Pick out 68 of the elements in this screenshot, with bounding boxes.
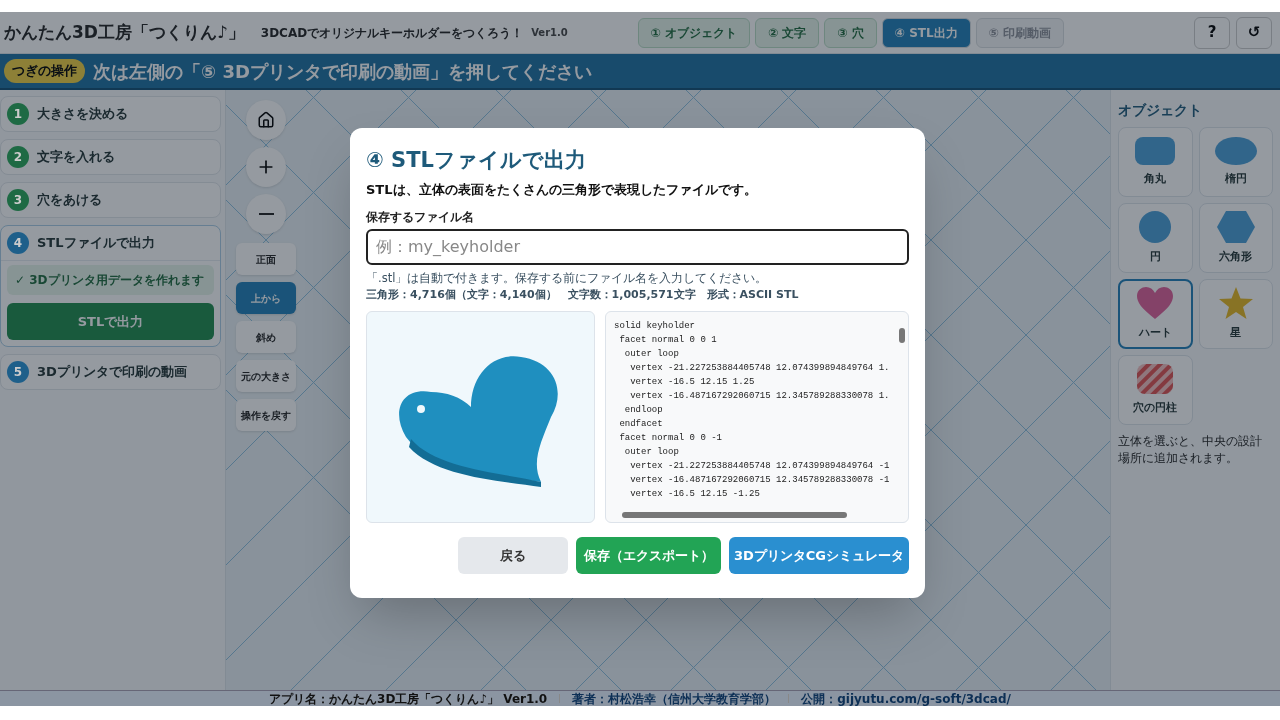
star-icon bbox=[1217, 286, 1254, 321]
stl-text: solid keyholder facet normal 0 0 1 outer loop vertex -21.227253884405748 12.074399894849764 1. vertex -16.5 12.15 1.25 vertex -16.487167292060715 12.345789288330078 1. endloop endfacet facet normal 0 0 -1 outer loop vertex -21.227253884405748 12.074399894849764 -1 vertex -16.487167292060715 12.345789288330078 -1 vertex -16.5 12.15 -1.25 bbox=[613, 320, 891, 502]
dialog-button[interactable]: 3DプリンタCGシミュレータ bbox=[729, 537, 909, 575]
step-tab[interactable]: ④ STL出力 bbox=[881, 17, 971, 48]
step-label: STLファイルで出力 bbox=[37, 234, 155, 253]
dialog-description: STLは、立体の表面をたくさんの三角形で表現したファイルです。 bbox=[366, 181, 758, 199]
app-title: かんたん3D工房「つくりん♪」 bbox=[4, 20, 245, 44]
hint-text: 「.stl」は自動で付きます。保存する前にファイル名を入力してください。 bbox=[366, 269, 769, 287]
version-label: Ver1.0 bbox=[531, 26, 568, 40]
step-label: 文字を入れる bbox=[37, 148, 115, 167]
object-tile[interactable]: 楕円 bbox=[1198, 127, 1273, 197]
heart-icon bbox=[1136, 286, 1175, 321]
reset-button[interactable]: ↺ bbox=[1236, 16, 1272, 49]
view-button[interactable]: 斜め bbox=[236, 321, 296, 353]
circle-icon bbox=[1138, 210, 1173, 245]
next-step-badge: つぎの操作 bbox=[4, 59, 85, 83]
step-number: 1 bbox=[7, 103, 29, 125]
dialog-button[interactable]: 保存（エクスポート） bbox=[576, 537, 721, 575]
step-card[interactable]: 3 穴をあける bbox=[0, 182, 221, 218]
hexagon-icon bbox=[1215, 210, 1256, 245]
step-number: 5 bbox=[7, 361, 29, 383]
ellipse-icon bbox=[1213, 136, 1258, 167]
home-button[interactable] bbox=[246, 100, 286, 140]
view-button[interactable]: 上から bbox=[236, 282, 296, 314]
horizontal-scrollbar[interactable] bbox=[622, 512, 847, 519]
footer-text: 公開：gijyutu.com/g-soft/3dcad/ bbox=[801, 691, 1011, 706]
step-card[interactable]: 1 大きさを決める bbox=[0, 96, 221, 132]
step-card[interactable]: 4 STLファイルで出力 ✓ 3Dプリンタ用データを作れます STLで出力 bbox=[0, 225, 221, 347]
zoom-in-button[interactable] bbox=[246, 147, 286, 187]
step-label: 大きさを決める bbox=[37, 105, 128, 124]
step-label: 穴をあける bbox=[37, 191, 102, 210]
object-tile[interactable]: 角丸 bbox=[1118, 127, 1193, 197]
help-button[interactable]: ? bbox=[1194, 16, 1230, 49]
objects-title: オブジェクト bbox=[1118, 101, 1203, 120]
home-icon bbox=[257, 111, 275, 129]
step-card[interactable]: 2 文字を入れる bbox=[0, 139, 221, 175]
view-button[interactable]: 正面 bbox=[236, 243, 296, 275]
step-note: ✓ 3Dプリンタ用データを作れます bbox=[7, 265, 214, 295]
striped-cylinder-icon bbox=[1136, 363, 1175, 396]
object-tile[interactable]: 星 bbox=[1198, 279, 1273, 349]
app-subtitle: 3DCADでオリジナルキーホルダーをつくろう！ bbox=[260, 24, 524, 42]
step-number: 2 bbox=[7, 146, 29, 168]
objects-help-text: 立体を選ぶと、中央の設計場所に追加されます。 bbox=[1118, 433, 1263, 467]
step-tab[interactable]: ② 文字 bbox=[755, 17, 820, 48]
stats-text: 三角形：4,716個（文字：4,140個） 文字数：1,005,571文字 形式：ASCII STL bbox=[366, 286, 800, 303]
filename-field[interactable]: 例：my_keyholder bbox=[366, 228, 909, 265]
rounded-rectangle-icon bbox=[1134, 136, 1177, 167]
dialog-button[interactable]: 戻る bbox=[458, 537, 568, 575]
export-stl-button[interactable]: STLで出力 bbox=[7, 303, 214, 340]
step-tab[interactable]: ① オブジェクト bbox=[637, 17, 751, 48]
vertical-scrollbar[interactable] bbox=[899, 328, 905, 344]
field-label: 保存するファイル名 bbox=[366, 208, 475, 226]
view-button[interactable]: 操作を戻す bbox=[236, 399, 296, 431]
instruction-text: 次は左側の「⑤ 3Dプリンタで印刷の動画」を押してください bbox=[93, 59, 592, 84]
footer-text: アプリ名：かんたん3D工房「つくりん♪」 Ver1.0 bbox=[269, 691, 548, 706]
object-tile[interactable]: 円 bbox=[1118, 203, 1193, 273]
step-card[interactable]: 5 3Dプリンタで印刷の動画 bbox=[0, 354, 221, 390]
step-number: 4 bbox=[7, 232, 29, 254]
footer-text: 著者：村松浩幸（信州大学教育学部） bbox=[572, 691, 777, 706]
object-tile[interactable]: ハート bbox=[1118, 279, 1193, 349]
object-tile[interactable]: 穴の円柱 bbox=[1118, 355, 1193, 425]
view-button[interactable]: 元の大きさ bbox=[236, 360, 296, 392]
step-tab[interactable]: ③ 穴 bbox=[824, 17, 877, 48]
step-label: 3Dプリンタで印刷の動画 bbox=[37, 363, 187, 382]
step-number: 3 bbox=[7, 189, 29, 211]
minus-icon bbox=[258, 213, 274, 215]
dialog-title: ④ STLファイルで出力 bbox=[366, 147, 587, 174]
object-tile[interactable]: 六角形 bbox=[1198, 203, 1273, 273]
